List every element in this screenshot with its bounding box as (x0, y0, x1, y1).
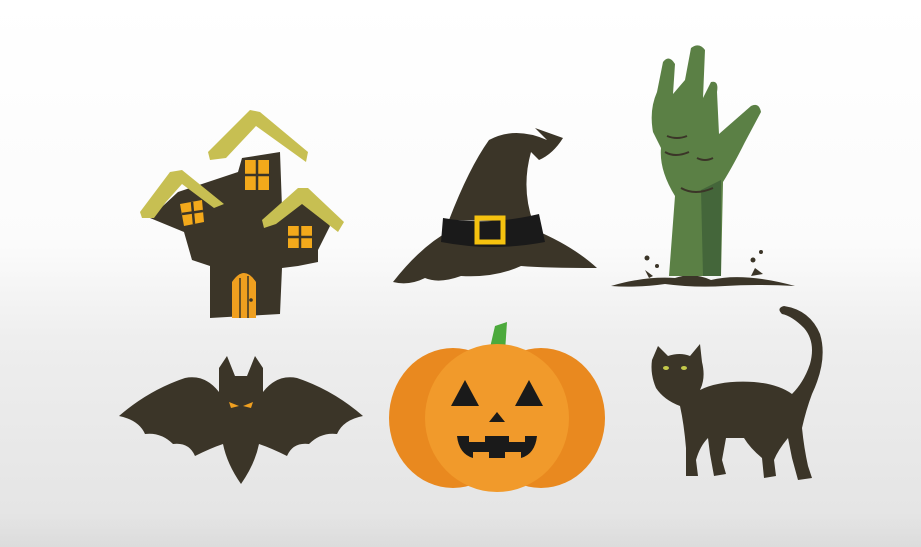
hat-crown (449, 128, 563, 222)
house-window-right (288, 226, 312, 248)
black-cat-icon (651, 306, 823, 480)
floor-shadow (0, 512, 921, 547)
pumpkin-mouth (457, 436, 537, 458)
roof-center (208, 110, 308, 162)
halloween-illustration (0, 0, 921, 547)
witch-hat-icon (393, 128, 597, 284)
cat-silhouette (651, 306, 823, 480)
house-window-left (180, 200, 204, 226)
jack-o-lantern-icon (389, 322, 605, 492)
zombie-arm-shade (701, 180, 721, 276)
haunted-house-icon (140, 110, 344, 318)
zombie-hand-icon (611, 45, 795, 287)
house-door (232, 273, 256, 318)
house-window-center (245, 160, 269, 190)
bat-body (119, 356, 363, 484)
bat-icon (119, 356, 363, 484)
